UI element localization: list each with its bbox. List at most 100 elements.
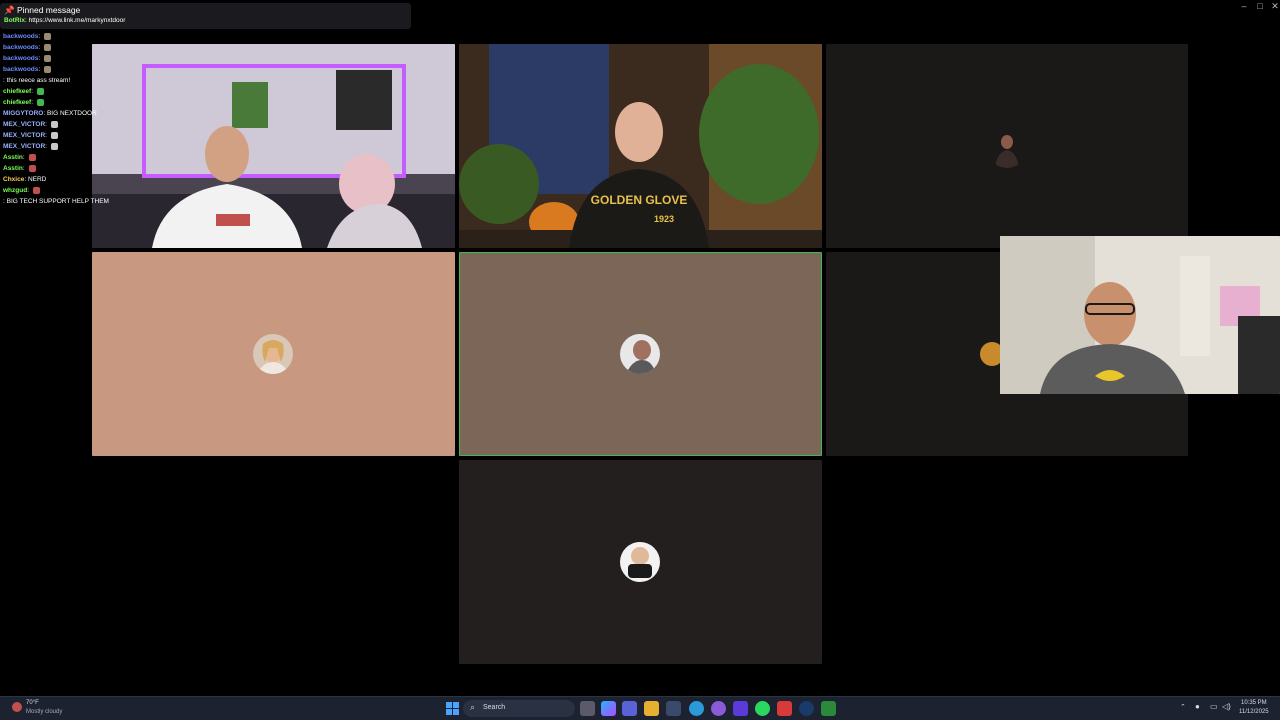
chat-emote-icon xyxy=(44,43,52,51)
minimize-icon[interactable]: – xyxy=(1237,0,1251,12)
chat-message: backwoods: xyxy=(0,64,200,75)
chat-message: chiefkeef: xyxy=(0,97,200,108)
pinned-user: BotRix xyxy=(4,17,25,24)
chat-separator: : xyxy=(22,154,27,161)
chat-username[interactable]: chiefkeef xyxy=(3,99,31,106)
chat-message: : BIG TECH SUPPORT HELP THEM xyxy=(0,196,200,207)
chat-username[interactable]: Chxice xyxy=(3,176,24,183)
participant-avatar xyxy=(987,128,1027,168)
network-icon[interactable]: ▭ xyxy=(1210,702,1218,711)
chevron-up-icon[interactable]: ⌃ xyxy=(1180,703,1186,711)
chat-message: MEX_VICTOR: xyxy=(0,141,200,152)
microphone-icon[interactable]: ● xyxy=(1195,702,1200,711)
participant-avatar xyxy=(620,334,660,374)
chat-emote-icon xyxy=(50,142,58,150)
windows-taskbar: 70°F Mostly cloudy ⌕ Search ⌃ ● ▭ ◁) 10:… xyxy=(0,696,1280,720)
obs-icon[interactable] xyxy=(777,701,792,716)
chat-username[interactable]: MEX_VICTOR xyxy=(3,143,45,150)
chat-separator: : xyxy=(45,132,49,139)
app-icon[interactable] xyxy=(711,701,726,716)
copilot-icon[interactable] xyxy=(601,701,616,716)
chat-message: backwoods: xyxy=(0,42,200,53)
pinned-link[interactable]: https://www.link.me/markynxtdoor xyxy=(29,17,126,24)
chat-username[interactable]: chiefkeef xyxy=(3,88,31,95)
chat-message: MEX_VICTOR: xyxy=(0,130,200,141)
chat-username[interactable]: Asstin xyxy=(3,154,23,161)
chat-username[interactable]: backwoods xyxy=(3,33,38,40)
file-explorer-icon[interactable] xyxy=(644,701,659,716)
svg-text:1923: 1923 xyxy=(654,214,674,224)
video-tile-participant-7[interactable] xyxy=(459,460,822,664)
chat-separator: : xyxy=(38,55,43,62)
chat-overlay: backwoods: backwoods: backwoods: backwoo… xyxy=(0,31,200,207)
chat-emote-icon xyxy=(28,164,36,172)
weather-temp: 70°F xyxy=(26,700,39,706)
svg-text:GOLDEN GLOVE: GOLDEN GLOVE xyxy=(591,193,688,207)
screen: – □ ✕ GOLDEN GLOVE 1923 📌 Pinned message… xyxy=(0,0,1280,720)
chat-emote-icon xyxy=(32,186,40,194)
chat-separator: : xyxy=(22,165,27,172)
chat-username[interactable]: MEX_VICTOR xyxy=(3,132,45,139)
xbox-icon[interactable] xyxy=(821,701,836,716)
webcam-overlay xyxy=(1000,236,1280,394)
chat-username[interactable]: backwoods xyxy=(3,66,38,73)
video-tile-participant-3[interactable] xyxy=(826,44,1188,248)
close-icon[interactable]: ✕ xyxy=(1268,0,1280,12)
chat-username[interactable]: MEX_VICTOR xyxy=(3,121,45,128)
chat-text: BIG NEXTDOOR xyxy=(46,110,97,117)
participant-avatar xyxy=(253,334,293,374)
chat-username[interactable]: whzgud xyxy=(3,187,27,194)
chat-message: MIGGYTORO: BIG NEXTDOOR xyxy=(0,108,200,119)
pin-icon: 📌 xyxy=(4,5,15,15)
chat-text: this reece ass stream! xyxy=(6,77,71,84)
chat-emote-icon xyxy=(36,87,44,95)
chat-message: Asstin: xyxy=(0,152,200,163)
search-placeholder: Search xyxy=(483,704,506,711)
chat-message: : this reece ass stream! xyxy=(0,75,200,86)
chat-text: BIG TECH SUPPORT HELP THEM xyxy=(6,198,109,205)
chat-username[interactable]: MIGGYTORO xyxy=(3,110,43,117)
chat-username[interactable]: Asstin xyxy=(3,165,23,172)
start-icon[interactable] xyxy=(445,701,460,716)
weather-desc: Mostly cloudy xyxy=(26,709,63,715)
chat-message: MEX_VICTOR: xyxy=(0,119,200,130)
store-icon[interactable] xyxy=(666,701,681,716)
search-icon: ⌕ xyxy=(470,702,476,712)
chat-message: backwoods: xyxy=(0,53,200,64)
chat-emote-icon xyxy=(44,54,52,62)
chat-emote-icon xyxy=(28,153,36,161)
pinned-message: 📌 Pinned message BotRix: https://www.lin… xyxy=(0,3,411,29)
chat-message: whzgud: xyxy=(0,185,200,196)
clock-time[interactable]: 10:35 PM xyxy=(1241,700,1267,706)
chat-emote-icon xyxy=(50,120,58,128)
chat-separator: : xyxy=(38,66,43,73)
chat-message: Asstin: xyxy=(0,163,200,174)
chat-username[interactable]: backwoods xyxy=(3,44,38,51)
video-tile-participant-4[interactable] xyxy=(92,252,455,456)
volume-icon[interactable]: ◁) xyxy=(1222,702,1231,711)
clock-date[interactable]: 11/12/2025 xyxy=(1239,709,1269,715)
video-tile-active-speaker[interactable] xyxy=(459,252,822,456)
video-tile-golden-glove[interactable]: GOLDEN GLOVE 1923 xyxy=(459,44,822,248)
golden-glove-video: GOLDEN GLOVE 1923 xyxy=(459,44,822,248)
discord-icon[interactable] xyxy=(733,701,748,716)
edge-icon[interactable] xyxy=(689,701,704,716)
maximize-icon[interactable]: □ xyxy=(1253,0,1267,12)
task-view-icon[interactable] xyxy=(580,701,595,716)
pinned-header: Pinned message xyxy=(16,5,81,15)
chat-username[interactable]: backwoods xyxy=(3,55,38,62)
spotify-icon[interactable] xyxy=(755,701,770,716)
taskbar-search[interactable]: ⌕ Search xyxy=(463,700,575,717)
chat-separator: : xyxy=(45,121,49,128)
chat-separator: : xyxy=(38,33,43,40)
webcam-video xyxy=(1000,236,1280,394)
chat-emote-icon xyxy=(36,98,44,106)
chat-emote-icon xyxy=(50,131,58,139)
steam-icon[interactable] xyxy=(799,701,814,716)
chat-message: Chxice: NERD xyxy=(0,174,200,185)
teams-icon[interactable] xyxy=(622,701,637,716)
chat-message: chiefkeef: xyxy=(0,86,200,97)
chat-separator: : xyxy=(31,88,35,95)
chat-text: NERD xyxy=(27,176,47,183)
weather-icon[interactable] xyxy=(12,702,22,712)
